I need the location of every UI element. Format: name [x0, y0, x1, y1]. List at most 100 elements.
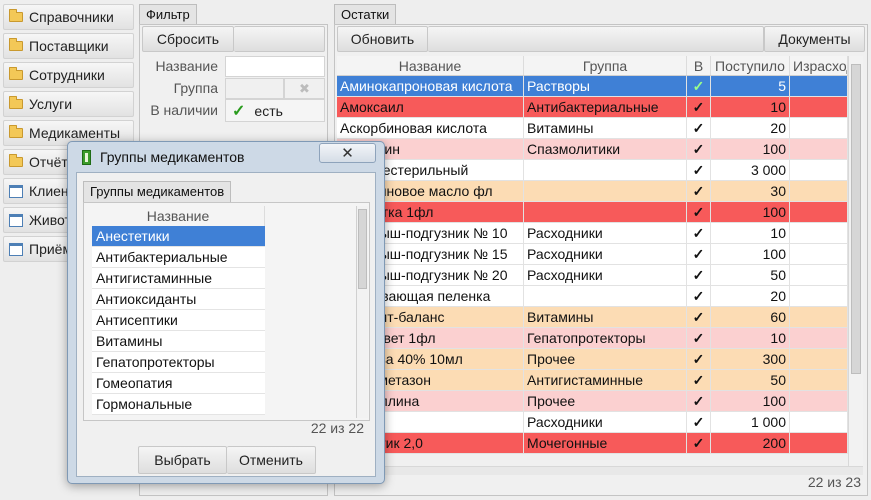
- check-icon: ✓: [687, 244, 711, 264]
- nav-item-uslugi[interactable]: Услуги: [3, 91, 134, 117]
- folder-icon: [9, 96, 23, 109]
- check-icon: ✓: [687, 97, 711, 117]
- nav-item-label: Медикаменты: [29, 125, 121, 141]
- cell-received: 50: [711, 265, 790, 285]
- cell-group: [524, 202, 687, 222]
- table-row[interactable]: Амоксаил Антибактериальные ✓ 10: [337, 97, 848, 118]
- column-header-spent[interactable]: Израсходовано: [790, 56, 848, 75]
- table-row[interactable]: Аскорбиновая кислота Витамины ✓ 20: [337, 118, 848, 139]
- check-icon: ✓: [687, 118, 711, 138]
- tab-groups[interactable]: Группы медикаментов: [83, 181, 232, 202]
- check-icon: ✓: [687, 349, 711, 369]
- table-row[interactable]: Диуретик 2,0Мочегонные✓200: [337, 433, 848, 454]
- stock-counter: 22 из 23: [807, 474, 861, 490]
- group-select[interactable]: [225, 78, 284, 99]
- close-icon: ✕: [341, 145, 354, 162]
- reset-button[interactable]: Сбросить: [142, 26, 234, 52]
- table-row[interactable]: БускопинСпазмолитики✓100: [337, 139, 848, 160]
- check-icon: ✓: [232, 102, 246, 120]
- groups-scrollbar[interactable]: [356, 206, 368, 418]
- dialog-titlebar[interactable]: Группы медикаментов: [82, 149, 244, 165]
- table-row[interactable]: Вазелиновое масло фл ✓ 30: [337, 181, 848, 202]
- cell-group: Спазмолитики: [524, 139, 687, 159]
- cell-group: [524, 160, 687, 180]
- list-item[interactable]: Гормональные: [92, 394, 265, 415]
- tab-stock[interactable]: Остатки: [334, 4, 397, 24]
- column-header-group-name[interactable]: Название: [92, 206, 265, 226]
- table-row[interactable]: Гамавит-баланс Витамины ✓ 60: [337, 307, 848, 328]
- group-label: Группа: [173, 80, 218, 96]
- tab-filter[interactable]: Фильтр: [139, 4, 197, 24]
- column-header-received[interactable]: Поступило: [711, 56, 790, 75]
- column-header-group[interactable]: Группа: [524, 56, 687, 75]
- cell-received: 20: [711, 118, 790, 138]
- dialog-footer: 22 из 22 Выбрать Отменить: [83, 420, 370, 474]
- stock-toggle[interactable]: ✓ есть: [225, 99, 325, 122]
- dialog-body: Группы медикаментов Название Анестетики А…: [76, 172, 376, 477]
- cell-group: Витамины: [524, 307, 687, 327]
- cell-spent: [790, 76, 848, 96]
- check-icon: ✓: [687, 391, 711, 411]
- list-item[interactable]: Гомеопатия: [92, 373, 265, 394]
- list-item[interactable]: Антигистаминные: [92, 268, 265, 289]
- nav-item-sotrudniki[interactable]: Сотрудники: [3, 62, 134, 88]
- table-row[interactable]: Вкладыш-подгузник № 20 Расходники ✓ 50: [337, 265, 848, 286]
- stock-scrollbar-thumb[interactable]: [851, 64, 861, 374]
- check-icon: ✓: [687, 307, 711, 327]
- groups-scrollbar-thumb[interactable]: [358, 209, 367, 289]
- table-row[interactable]: ДисциплинаПрочее✓100: [337, 391, 848, 412]
- table-row[interactable]: Глюкоза 40% 10мл Прочее ✓ 300: [337, 349, 848, 370]
- cell-spent: [790, 223, 848, 243]
- column-header-in-stock[interactable]: В: [687, 56, 711, 75]
- nav-item-postavshchiki[interactable]: Поставщики: [3, 33, 134, 59]
- cell-group: Расходники: [524, 265, 687, 285]
- name-input[interactable]: [225, 56, 325, 77]
- cancel-button[interactable]: Отменить: [227, 446, 316, 474]
- list-item[interactable]: Гепатопротекторы: [92, 352, 265, 373]
- table-row[interactable]: ШприцРасходники✓1 000: [337, 412, 848, 433]
- documents-button[interactable]: Документы: [764, 26, 865, 52]
- check-icon: ✓: [687, 412, 711, 432]
- cell-group: Прочее: [524, 349, 687, 369]
- nav-item-spravochniki[interactable]: Справочники: [3, 4, 134, 30]
- select-button[interactable]: Выбрать: [138, 446, 227, 474]
- dialog-title: Группы медикаментов: [100, 149, 245, 165]
- table-row[interactable]: Вкладыш-подгузник № 10 Расходники ✓ 10: [337, 223, 848, 244]
- refresh-button[interactable]: Обновить: [337, 26, 428, 52]
- table-row[interactable]: Дексаметазон Антигистаминные ✓ 50: [337, 370, 848, 391]
- check-icon: ✓: [687, 139, 711, 159]
- group-clear-button[interactable]: ✖: [284, 78, 325, 99]
- cell-received: 100: [711, 139, 790, 159]
- table-row[interactable]: Бинт нестерильный ✓ 3 000: [337, 160, 848, 181]
- table-row[interactable]: Вкладыш-подгузник № 15 Расходники ✓ 100: [337, 244, 848, 265]
- stock-scrollbar[interactable]: [848, 56, 863, 466]
- list-item[interactable]: Анестетики: [92, 226, 265, 247]
- table-row[interactable]: Гепатовет 1фл Гепатопротекторы ✓ 10: [337, 328, 848, 349]
- cell-spent: [790, 370, 848, 390]
- check-icon: ✓: [687, 223, 711, 243]
- table-row[interactable]: Впитывающая пеленка ✓ 20: [337, 286, 848, 307]
- folder-icon: [9, 67, 23, 80]
- stock-grid: Аминокапроновая кислота Растворы ✓ 5 Амоксаи…: [337, 76, 848, 454]
- window-icon: [9, 242, 23, 256]
- cell-received: 10: [711, 223, 790, 243]
- list-item[interactable]: Антибактериальные: [92, 247, 265, 268]
- cell-spent: [790, 139, 848, 159]
- groups-list: Анестетики Антибактериальные Антигистаминн…: [92, 226, 265, 415]
- list-item[interactable]: Витамины: [92, 331, 265, 352]
- list-item[interactable]: Антиоксиданты: [92, 289, 265, 310]
- cell-spent: [790, 433, 848, 453]
- table-row[interactable]: Вет ватка 1фл ✓ 100: [337, 202, 848, 223]
- cell-group: Расходники: [524, 244, 687, 264]
- list-item[interactable]: Антисептики: [92, 310, 265, 331]
- stock-toggle-value: есть: [254, 102, 283, 119]
- check-icon: ✓: [687, 370, 711, 390]
- column-header-name[interactable]: Название: [337, 56, 524, 75]
- cell-group: Антигистаминные: [524, 370, 687, 390]
- cell-name: Аскорбиновая кислота: [337, 118, 524, 138]
- cell-spent: [790, 97, 848, 117]
- cell-received: 10: [711, 97, 790, 117]
- window-icon: [9, 184, 23, 198]
- table-row[interactable]: Аминокапроновая кислота Растворы ✓ 5: [337, 76, 848, 97]
- close-button[interactable]: ✕: [319, 143, 376, 163]
